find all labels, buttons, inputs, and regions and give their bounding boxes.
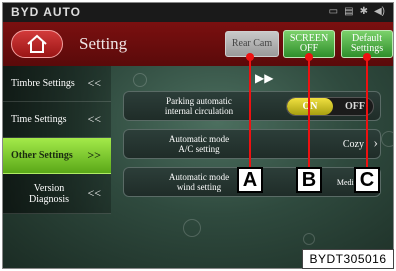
sidebar-item-other[interactable]: Other Settings >>	[3, 138, 111, 174]
status-bar: BYD AUTO ▭ ▤ ✱ ◀)	[3, 3, 393, 22]
sidebar-item-version[interactable]: Version Diagnosis <<	[3, 174, 111, 214]
battery-icon: ▭	[328, 6, 339, 17]
status-icons: ▭ ▤ ✱ ◀)	[329, 6, 385, 17]
chevron-right-icon[interactable]: ›	[373, 136, 378, 152]
volume-icon: ◀)	[373, 6, 385, 17]
decor-bubble	[133, 73, 147, 87]
setting-row-circulation: Parking automatic internal circulation ON…	[123, 91, 381, 121]
chevron-left-icon: <<	[87, 76, 101, 90]
home-button[interactable]	[11, 30, 63, 58]
signal-icon: ▤	[344, 6, 354, 17]
figure-id-label: BYDT305016	[302, 249, 394, 269]
callout-b-line	[308, 57, 310, 167]
chevron-left-icon: <<	[87, 112, 101, 126]
ac-mode-value: Cozy	[342, 139, 364, 150]
chevron-right-icon: >>	[87, 148, 101, 162]
circulation-toggle[interactable]: ON OFF	[286, 97, 374, 116]
sidebar-item-time[interactable]: Time Settings <<	[3, 102, 111, 138]
sidebar-item-label: Version	[33, 182, 65, 194]
callout-a-label: A	[237, 167, 263, 193]
toggle-on[interactable]: ON	[287, 98, 333, 115]
bluetooth-icon: ✱	[359, 6, 368, 17]
chevron-left-icon: <<	[87, 186, 101, 200]
callout-c-line	[366, 57, 368, 167]
callout-c-label: C	[354, 167, 380, 193]
decor-bubble	[183, 219, 201, 237]
forward-arrow-icon: ▶▶	[255, 71, 274, 85]
setting-label: internal circulation	[164, 106, 234, 116]
decor-bubble	[303, 233, 315, 245]
sidebar-item-label: Diagnosis	[29, 193, 69, 205]
sidebar-item-label: Time Settings	[11, 114, 67, 125]
setting-label: A/C setting	[178, 144, 220, 154]
callout-b-label: B	[296, 167, 322, 193]
callout-a-line	[249, 57, 251, 167]
page-title: Setting	[79, 34, 128, 53]
home-icon	[27, 34, 47, 53]
toggle-off[interactable]: OFF	[345, 101, 365, 112]
settings-sidebar: Timbre Settings << Time Settings << Othe…	[3, 66, 113, 268]
setting-label: Automatic mode	[168, 172, 230, 182]
rear-cam-label: Rear Cam	[231, 38, 273, 49]
head-unit-screen: BYD AUTO ▭ ▤ ✱ ◀) Setting Rear Cam SCREE…	[2, 2, 394, 269]
setting-row-ac[interactable]: Automatic mode A/C setting Cozy ›	[123, 129, 381, 159]
sidebar-item-label: Other Settings	[11, 150, 73, 161]
setting-label: Automatic mode	[168, 134, 230, 144]
sidebar-item-label: Timbre Settings	[11, 78, 75, 89]
sidebar-item-timbre[interactable]: Timbre Settings <<	[3, 66, 111, 102]
brand-logo: BYD AUTO	[11, 5, 82, 19]
setting-label: Parking automatic	[166, 96, 232, 106]
setting-label: wind setting	[176, 182, 222, 192]
